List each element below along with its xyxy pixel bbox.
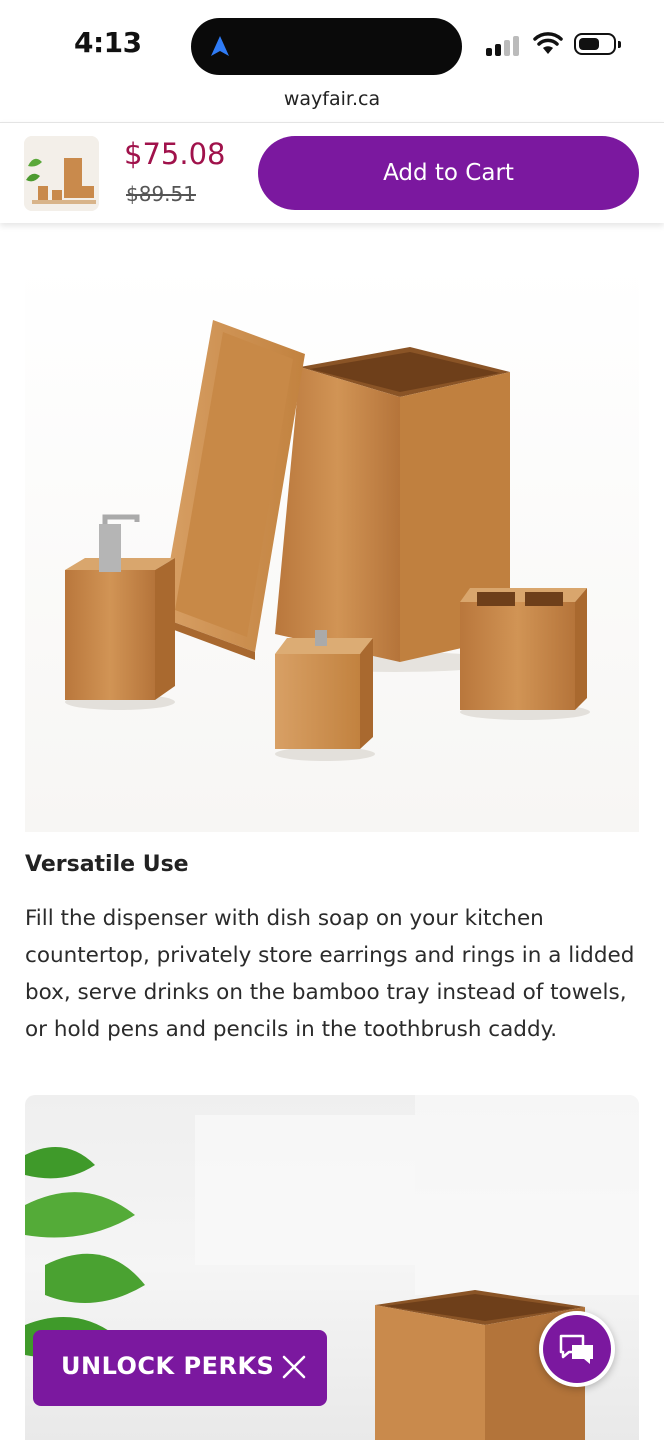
feature-description: Fill the dispenser with dish soap on you…: [25, 906, 635, 1042]
unlock-perks-label[interactable]: UNLOCK PERKS: [61, 1352, 274, 1380]
product-image[interactable]: [25, 262, 639, 832]
close-icon[interactable]: [281, 1354, 307, 1380]
status-bar: 4:13: [0, 0, 664, 86]
dynamic-island: [191, 18, 462, 75]
navigation-arrow-icon: [211, 36, 229, 56]
wifi-icon: [533, 32, 563, 54]
browser-url[interactable]: wayfair.ca: [0, 88, 664, 110]
original-price: $89.51: [126, 182, 196, 206]
status-time: 4:13: [74, 26, 142, 59]
sticky-cart-bar: $75.08 $89.51 Add to Cart: [0, 122, 664, 223]
sale-price: $75.08: [124, 137, 226, 171]
add-to-cart-button[interactable]: Add to Cart: [258, 136, 639, 210]
chat-button[interactable]: [539, 1311, 615, 1387]
signal-icon: [486, 34, 522, 56]
chat-icon[interactable]: [559, 1333, 595, 1365]
product-thumbnail[interactable]: [24, 136, 99, 211]
feature-heading: Versatile Use: [25, 852, 189, 877]
battery-icon: [574, 33, 621, 55]
unlock-perks-banner[interactable]: UNLOCK PERKS: [33, 1330, 327, 1406]
